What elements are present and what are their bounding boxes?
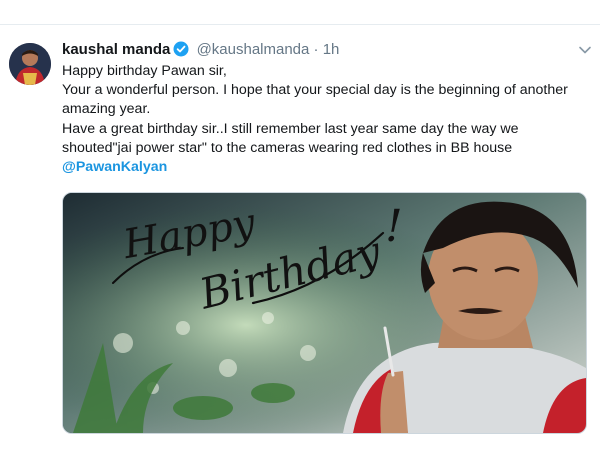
tweet-line: Your a wonderful person. I hope that you… (62, 82, 568, 118)
image-caption-exclaim: ! (385, 201, 403, 252)
chevron-down-icon[interactable] (578, 43, 592, 57)
tweet-timestamp[interactable]: 1h (323, 41, 340, 58)
author-avatar[interactable] (9, 43, 51, 85)
tweet-text: Happy birthday Pawan sir, Your a wonderf… (62, 62, 582, 177)
meta-separator: · (313, 41, 319, 58)
tweet-line: Happy birthday Pawan sir, (62, 63, 227, 79)
tweet-media-image[interactable]: Happy Birthday ! (62, 192, 587, 434)
tweet-header: kaushal manda @kaushalmanda · 1h (62, 40, 580, 60)
mention-link[interactable]: @PawanKalyan (62, 159, 167, 175)
verified-badge-icon (173, 41, 189, 57)
author-name[interactable]: kaushal manda (62, 41, 170, 58)
tweet-line: Have a great birthday sir..I still remem… (62, 120, 519, 156)
author-handle[interactable]: @kaushalmanda (197, 41, 310, 58)
tweet-card[interactable]: kaushal manda @kaushalmanda · 1h Happy b… (0, 24, 600, 451)
